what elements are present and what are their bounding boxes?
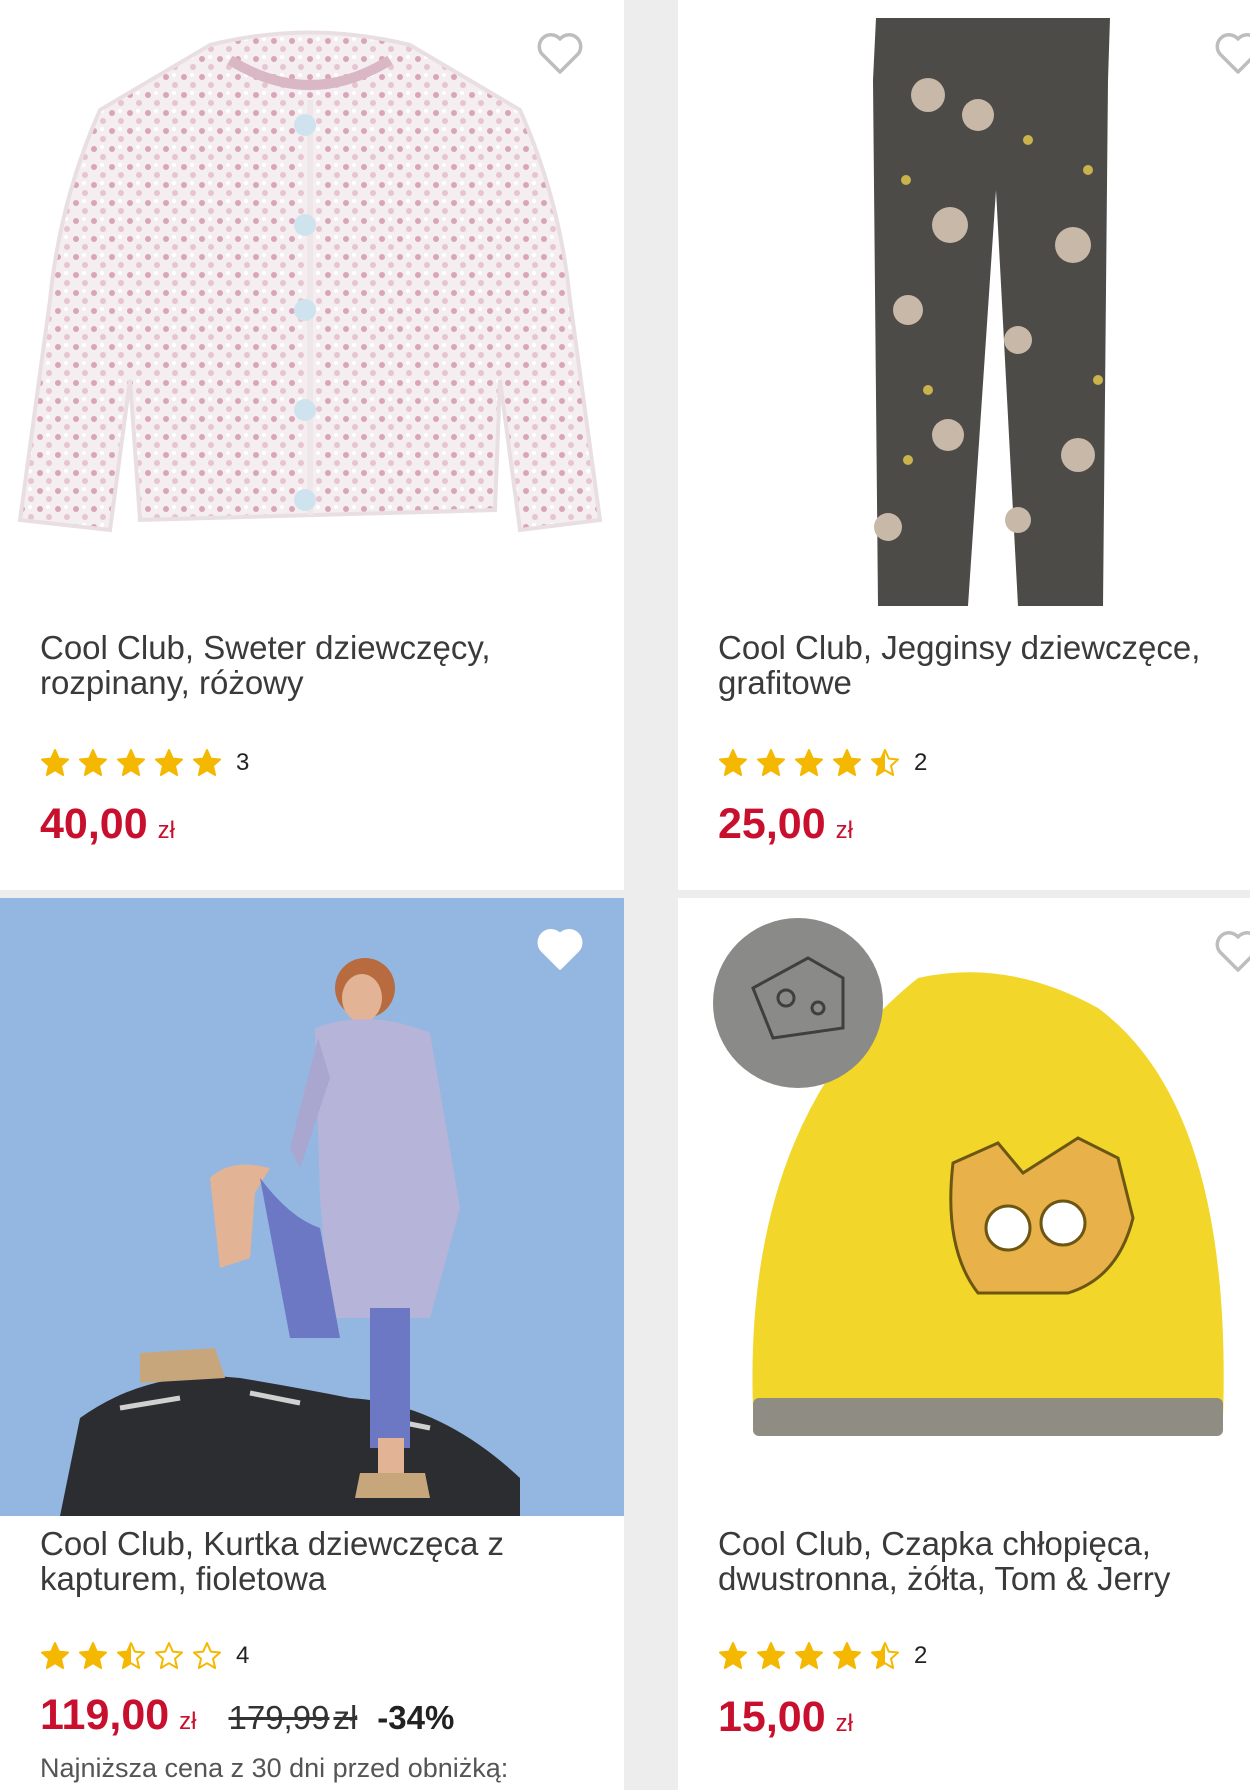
sweater-illustration xyxy=(17,30,603,533)
review-count: 2 xyxy=(914,749,928,776)
star-icon xyxy=(117,1642,145,1669)
price-amount: 40,00 xyxy=(40,800,148,848)
product-image-sweater[interactable] xyxy=(0,0,624,600)
star-icon xyxy=(757,1642,785,1669)
product-title[interactable]: Cool Club, Jegginsy dziewczęce, grafitow… xyxy=(718,630,1230,700)
wishlist-heart-icon[interactable] xyxy=(1213,928,1250,974)
lowest-price-note: Najniższa cena z 30 dni przed obniżką: xyxy=(40,1753,509,1783)
star-icon xyxy=(871,749,899,776)
product-rating: 4 xyxy=(40,1641,249,1671)
star-icon xyxy=(795,1642,823,1669)
product-image-jeggings[interactable] xyxy=(678,0,1250,610)
star-icon xyxy=(41,1642,69,1669)
product-price: 25,00 zł xyxy=(718,800,853,849)
price-amount: 25,00 xyxy=(718,800,826,848)
star-icon xyxy=(193,1642,221,1669)
star-icon xyxy=(155,1642,183,1669)
price-amount: 15,00 xyxy=(718,1693,826,1741)
star-icon xyxy=(757,749,785,776)
product-card-hat[interactable]: Cool Club, Czapka chłopięca, dwustronna,… xyxy=(678,898,1250,1790)
wishlist-heart-icon[interactable] xyxy=(535,926,585,972)
hat-illustration xyxy=(713,918,1224,1436)
product-title[interactable]: Cool Club, Czapka chłopięca, dwustronna,… xyxy=(718,1526,1230,1596)
product-price: 119,00 zł 179,99 zł -34% xyxy=(40,1691,454,1740)
product-price: 15,00 zł xyxy=(718,1693,853,1742)
product-rating: 3 xyxy=(40,748,249,778)
old-price: 179,99 xyxy=(228,1699,330,1736)
product-price: 40,00 zł xyxy=(40,800,175,849)
wishlist-heart-icon[interactable] xyxy=(535,30,585,76)
product-rating: 2 xyxy=(718,748,927,778)
star-icon xyxy=(833,749,861,776)
star-icon xyxy=(79,1642,107,1669)
star-icon xyxy=(833,1642,861,1669)
price-amount: 119,00 xyxy=(40,1691,170,1739)
rating-stars xyxy=(718,1641,900,1671)
star-icon xyxy=(871,1642,899,1669)
wishlist-heart-icon[interactable] xyxy=(1213,30,1250,76)
product-image-hat[interactable] xyxy=(678,898,1250,1516)
star-icon xyxy=(193,749,221,776)
review-count: 4 xyxy=(236,1642,250,1669)
review-count: 2 xyxy=(914,1642,928,1669)
rating-stars xyxy=(40,1641,222,1671)
star-icon xyxy=(719,1642,747,1669)
star-icon xyxy=(41,749,69,776)
product-card-jeggings[interactable]: Cool Club, Jegginsy dziewczęce, grafitow… xyxy=(678,0,1250,890)
old-price-currency: zł xyxy=(333,1699,358,1736)
product-image-jacket[interactable] xyxy=(0,898,624,1516)
star-icon xyxy=(719,749,747,776)
jeggings-illustration xyxy=(873,18,1110,606)
rating-stars xyxy=(718,748,900,778)
product-title[interactable]: Cool Club, Kurtka dziewczęca z kapturem,… xyxy=(40,1526,604,1596)
star-icon xyxy=(795,749,823,776)
jacket-illustration xyxy=(60,958,520,1516)
discount-badge: -34% xyxy=(377,1699,455,1736)
rating-stars xyxy=(40,748,222,778)
review-count: 3 xyxy=(236,749,250,776)
star-icon xyxy=(117,749,145,776)
product-card-jacket[interactable]: Cool Club, Kurtka dziewczęca z kapturem,… xyxy=(0,898,624,1790)
star-icon xyxy=(155,749,183,776)
star-icon xyxy=(79,749,107,776)
product-rating: 2 xyxy=(718,1641,927,1671)
price-currency: zł xyxy=(835,1710,853,1737)
price-currency: zł xyxy=(835,817,853,844)
price-currency: zł xyxy=(157,817,175,844)
product-title[interactable]: Cool Club, Sweter dziewczęcy, rozpinany,… xyxy=(40,630,604,700)
product-card-sweater[interactable]: Cool Club, Sweter dziewczęcy, rozpinany,… xyxy=(0,0,624,890)
price-currency: zł xyxy=(179,1708,197,1735)
